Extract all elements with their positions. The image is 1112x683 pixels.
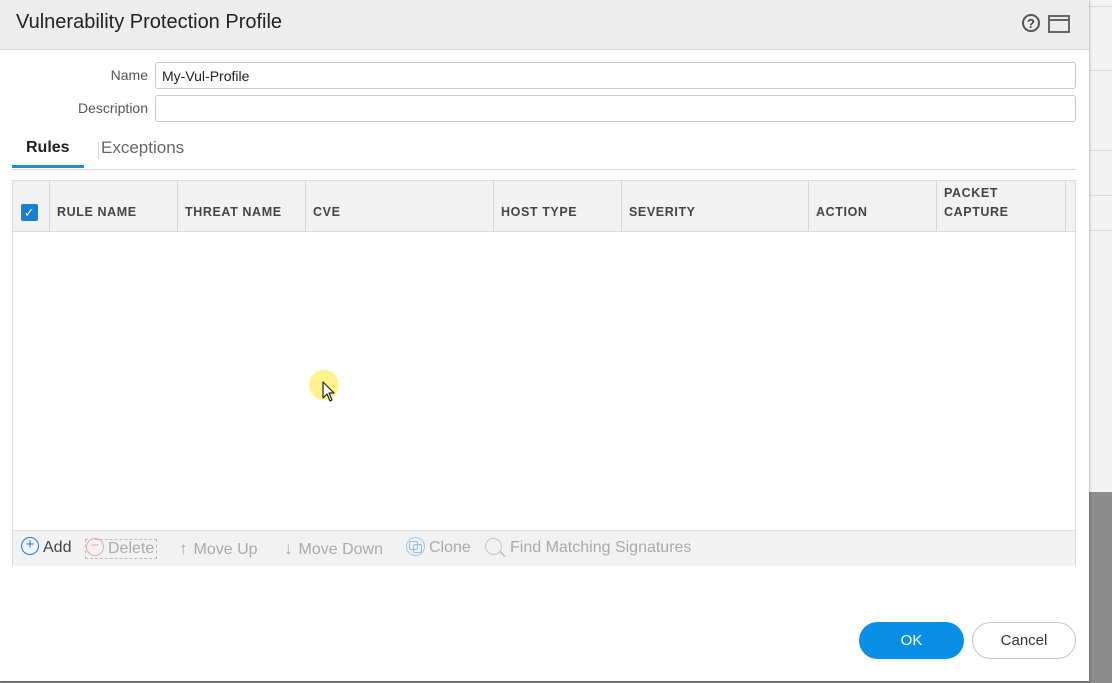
maximize-icon[interactable] <box>1048 15 1070 33</box>
add-button[interactable]: + Add <box>21 537 71 557</box>
table-header: ✓ RULE NAME THREAT NAME CVE HOST TYPE SE… <box>13 181 1075 232</box>
cancel-button[interactable]: Cancel <box>972 622 1076 659</box>
column-packet-capture[interactable]: PACKET CAPTURE <box>937 181 1066 231</box>
delete-icon: − <box>86 538 104 557</box>
tab-separator <box>98 142 99 159</box>
add-icon: + <box>21 537 39 556</box>
tab-rules[interactable]: Rules <box>26 139 70 157</box>
mouse-pointer-icon <box>322 381 335 402</box>
background-app-edge <box>1089 0 1112 683</box>
tab-bar: Rules Exceptions <box>12 133 1076 170</box>
column-threat-name[interactable]: THREAT NAME <box>178 181 306 231</box>
delete-button[interactable]: − Delete <box>85 538 158 559</box>
move-down-button[interactable]: ↓ Move Down <box>284 539 383 559</box>
ok-button[interactable]: OK <box>859 622 964 659</box>
name-label: Name <box>110 67 148 83</box>
select-all-checkbox[interactable]: ✓ <box>21 204 38 221</box>
tab-exceptions[interactable]: Exceptions <box>101 138 184 158</box>
find-matching-signatures-button[interactable]: Find Matching Signatures <box>485 537 691 557</box>
description-input[interactable] <box>155 95 1076 122</box>
search-icon <box>485 537 502 555</box>
dialog-title: Vulnerability Protection Profile <box>16 11 283 33</box>
arrow-up-icon: ↑ <box>179 539 188 558</box>
column-rule-name[interactable]: RULE NAME <box>50 181 178 231</box>
dialog-titlebar: Vulnerability Protection Profile ? <box>0 0 1089 50</box>
column-action[interactable]: ACTION <box>809 181 937 231</box>
table-toolbar: + Add − Delete ↑ Move Up ↓ Move Down Clone F… <box>13 530 1075 566</box>
help-icon[interactable]: ? <box>1022 14 1040 32</box>
arrow-down-icon: ↓ <box>284 539 293 558</box>
column-cve[interactable]: CVE <box>306 181 494 231</box>
rules-table: ✓ RULE NAME THREAT NAME CVE HOST TYPE SE… <box>12 180 1076 566</box>
active-tab-indicator <box>12 165 84 168</box>
move-up-button[interactable]: ↑ Move Up <box>179 539 258 559</box>
vulnerability-profile-dialog: Vulnerability Protection Profile ? Name … <box>0 0 1089 682</box>
clone-button[interactable]: Clone <box>406 536 471 557</box>
clone-icon <box>406 536 425 556</box>
description-label: Description <box>77 100 148 116</box>
column-severity[interactable]: SEVERITY <box>622 181 809 231</box>
name-input[interactable] <box>155 62 1076 89</box>
column-host-type[interactable]: HOST TYPE <box>494 181 622 231</box>
select-all-column: ✓ <box>13 181 50 231</box>
